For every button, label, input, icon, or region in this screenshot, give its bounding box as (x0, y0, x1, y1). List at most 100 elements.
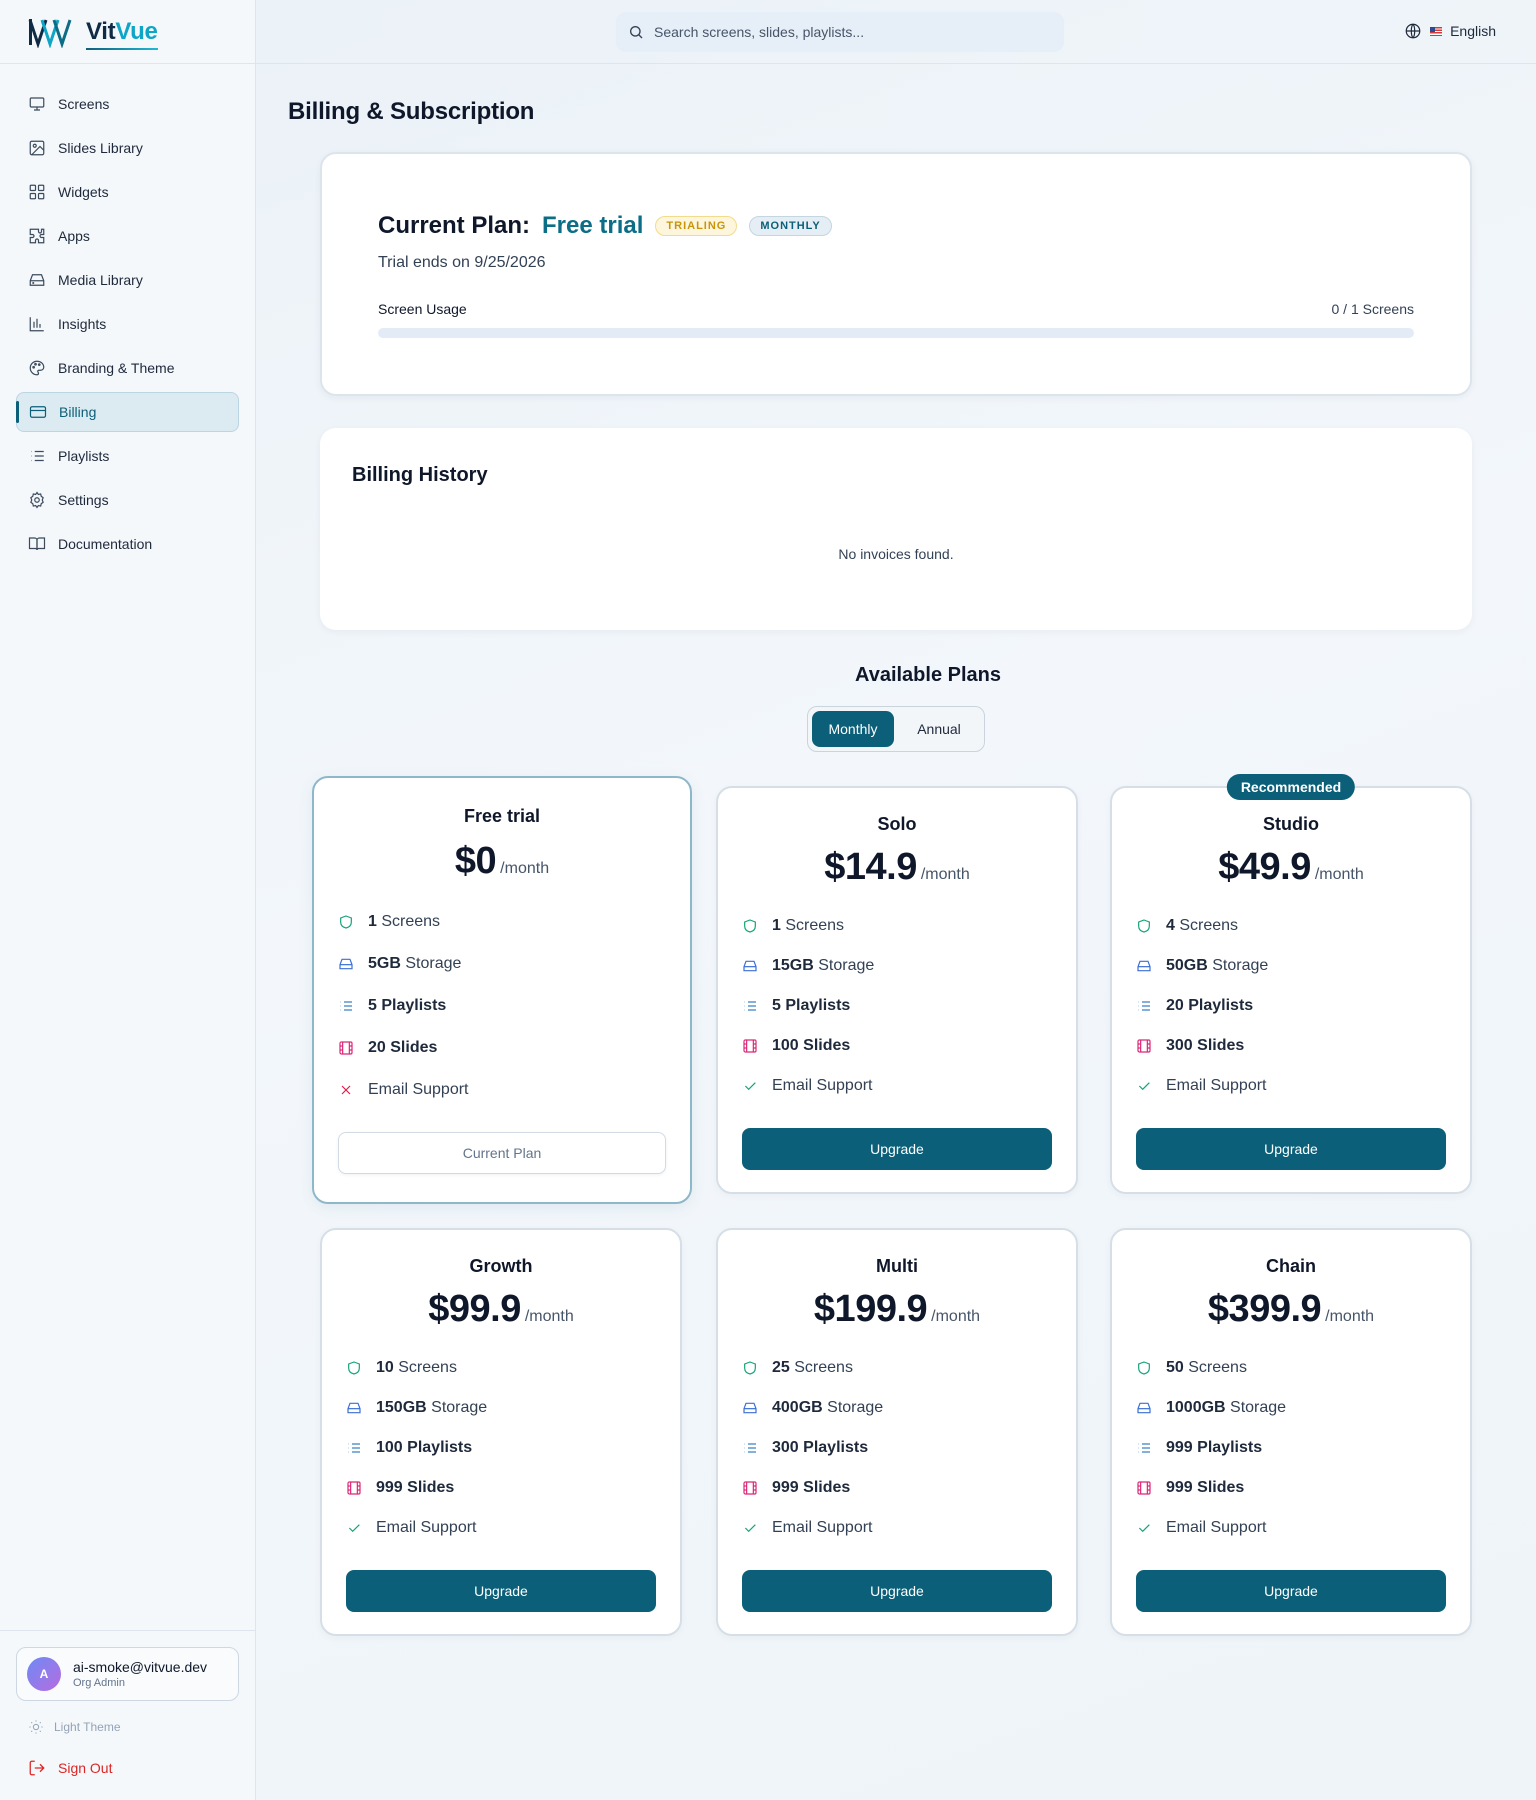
plan-feature-text: 400GB Storage (772, 1399, 884, 1416)
annual-toggle-option[interactable]: Annual (898, 711, 980, 747)
plan-name: Free trial (463, 806, 541, 826)
plan-feature-text: 999 Playlists (1166, 1439, 1263, 1456)
sidebar-item-label: Branding & Theme (58, 360, 175, 376)
plan-feature-playlists: 5 Playlists (338, 996, 666, 1016)
list-icon (744, 1443, 756, 1453)
upgrade-button[interactable]: Upgrade (346, 1570, 656, 1612)
avatar: A (27, 1657, 61, 1691)
plan-price-amount: $49.9 (1218, 846, 1311, 888)
screen-usage-progress-bar (378, 328, 1414, 338)
plan-card-free-trial: Free trial $0/month 1 Screens 5GB Storage 5 … (312, 776, 692, 1204)
sidebar-item-media-library[interactable]: Media Library (16, 260, 239, 300)
upgrade-button[interactable]: Upgrade (1136, 1128, 1446, 1170)
film-icon (743, 1039, 757, 1053)
film-icon (1137, 1481, 1151, 1495)
film-icon (347, 1481, 361, 1495)
sidebar-item-documentation[interactable]: Documentation (16, 524, 239, 564)
credit-card-icon (29, 406, 47, 418)
plan-feature-text: Email Support (376, 1519, 477, 1536)
plan-name: Chain (1265, 1256, 1316, 1276)
sidebar-item-billing[interactable]: Billing (16, 392, 239, 432)
shield-icon (744, 919, 756, 933)
sidebar-item-label: Insights (58, 316, 107, 332)
plan-feature-text: 999 Slides (376, 1479, 455, 1496)
upgrade-button[interactable]: Upgrade (742, 1570, 1052, 1612)
plan-features: 50 Screens 1000GB Storage 999 Playlists 999… (1136, 1358, 1446, 1538)
plan-feature-text: 4 Screens (1166, 917, 1239, 934)
plan-feature-text: 20 Slides (368, 1039, 438, 1056)
sidebar-item-slides-library[interactable]: Slides Library (16, 128, 239, 168)
hard-drive-icon (1137, 960, 1151, 972)
plan-features: 1 Screens 5GB Storage 5 Playlists 20 Slides… (338, 912, 666, 1100)
sidebar-item-screens[interactable]: Screens (16, 84, 239, 124)
plan-price-period: /month (1314, 866, 1364, 883)
plan-feature-support: Email Support (742, 1518, 1052, 1538)
puzzle-icon (29, 228, 45, 244)
billing-cycle-badge: MONTHLY (749, 216, 832, 236)
user-email: ai-smoke@vitvue.dev (73, 1659, 208, 1675)
plan-price-period: /month (500, 860, 550, 877)
plan-name: Growth (469, 1256, 533, 1276)
plan-feature-text: 1 Screens (772, 917, 845, 934)
monitor-icon (29, 97, 45, 111)
current-plan-button[interactable]: Current Plan (338, 1132, 666, 1174)
search-input[interactable] (654, 24, 1034, 40)
plan-feature-slides: 999 Slides (742, 1478, 1052, 1498)
current-plan-card: Current Plan: Free trial TRIALING MONTHL… (320, 152, 1472, 396)
user-role: Org Admin (73, 1677, 125, 1689)
search-bar[interactable] (616, 12, 1064, 52)
plan-feature-text: 1000GB Storage (1166, 1399, 1287, 1416)
plan-feature-screens: 4 Screens (1136, 916, 1446, 936)
plan-feature-text: 15GB Storage (772, 957, 875, 974)
billing-cycle-toggle: Monthly Annual (807, 706, 985, 752)
sign-out-button[interactable]: Sign Out (16, 1758, 239, 1778)
shield-icon (1138, 919, 1150, 933)
plan-feature-text: 5 Playlists (368, 997, 447, 1014)
sidebar-item-insights[interactable]: Insights (16, 304, 239, 344)
plan-features: 1 Screens 15GB Storage 5 Playlists 100 Slid… (742, 916, 1052, 1096)
screen-usage-label: Screen Usage (378, 301, 467, 317)
available-plans-title: Available Plans (256, 664, 1536, 687)
hard-drive-icon (339, 958, 353, 970)
sidebar-item-widgets[interactable]: Widgets (16, 172, 239, 212)
plan-feature-text: 100 Playlists (376, 1439, 473, 1456)
upgrade-button[interactable]: Upgrade (742, 1128, 1052, 1170)
theme-toggle-label: Light Theme (54, 1720, 121, 1734)
sidebar-item-label: Screens (58, 96, 110, 112)
plan-feature-screens: 50 Screens (1136, 1358, 1446, 1378)
gear-icon (30, 491, 44, 509)
brand-name: VitVue (86, 17, 158, 50)
plan-feature-screens: 1 Screens (742, 916, 1052, 936)
plan-feature-playlists: 5 Playlists (742, 996, 1052, 1016)
check-icon (1138, 1082, 1150, 1091)
sidebar-item-settings[interactable]: Settings (16, 480, 239, 520)
plan-feature-playlists: 999 Playlists (1136, 1438, 1446, 1458)
hard-drive-icon (743, 960, 757, 972)
sidebar-item-playlists[interactable]: Playlists (16, 436, 239, 476)
sidebar-item-apps[interactable]: Apps (16, 216, 239, 256)
plan-feature-text: 5GB Storage (368, 955, 462, 972)
sidebar-footer: A ai-smoke@vitvue.dev Org Admin Light Th… (0, 1630, 255, 1778)
sidebar-item-branding-theme[interactable]: Branding & Theme (16, 348, 239, 388)
trial-end-text: Trial ends on 9/25/2026 (378, 254, 546, 271)
hard-drive-icon (29, 274, 45, 286)
monthly-toggle-option[interactable]: Monthly (812, 711, 894, 747)
palette-icon (29, 360, 45, 376)
language-selector[interactable]: English (1404, 22, 1496, 40)
sidebar-item-label: Settings (58, 492, 109, 508)
sidebar-item-label: Playlists (58, 448, 110, 464)
plan-price-period: /month (920, 866, 970, 883)
plan-card-growth: Growth $99.9/month 10 Screens 150GB Storage… (320, 1228, 682, 1636)
recommended-badge: Recommended (1226, 774, 1356, 800)
language-label: English (1450, 23, 1496, 39)
plan-feature-screens: 25 Screens (742, 1358, 1052, 1378)
theme-toggle[interactable]: Light Theme (16, 1717, 239, 1737)
list-icon (1138, 1443, 1150, 1453)
vitvue-logo-icon (28, 18, 72, 48)
brand[interactable]: VitVue (0, 0, 255, 64)
user-card[interactable]: A ai-smoke@vitvue.dev Org Admin (16, 1647, 239, 1701)
plan-price-amount: $14.9 (824, 846, 917, 888)
plan-price-amount: $199.9 (813, 1288, 928, 1330)
upgrade-button[interactable]: Upgrade (1136, 1570, 1446, 1612)
plan-feature-text: 50GB Storage (1166, 957, 1269, 974)
